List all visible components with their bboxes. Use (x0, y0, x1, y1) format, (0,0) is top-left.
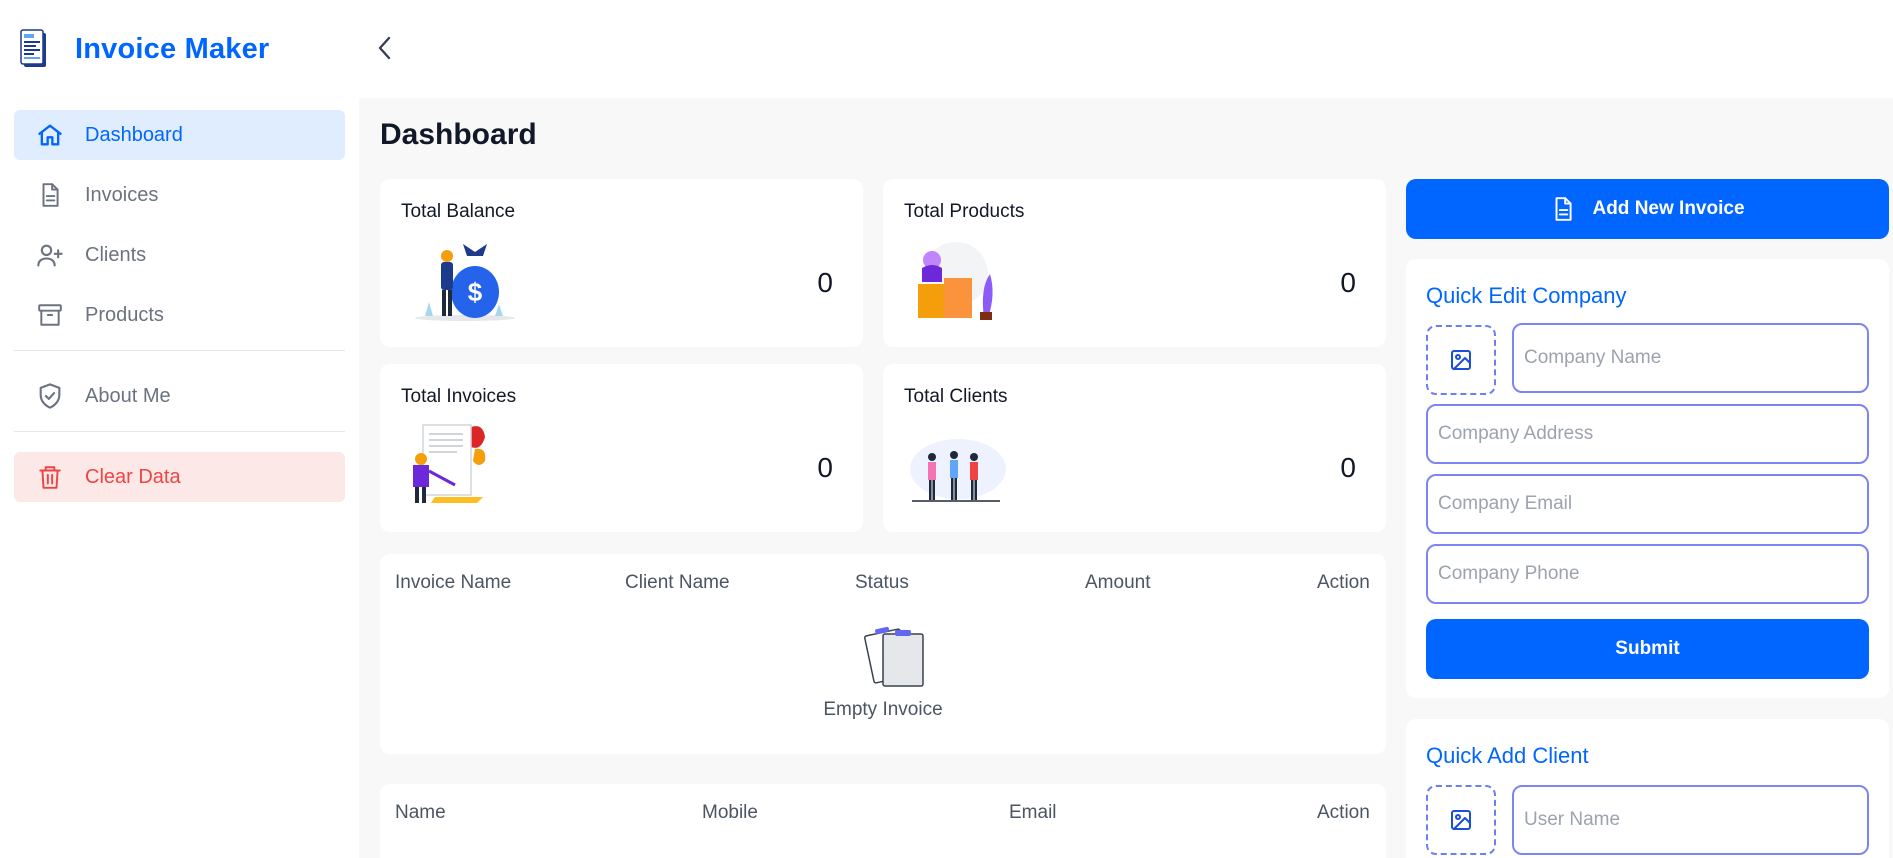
company-name-field[interactable] (1512, 323, 1869, 393)
sidebar-collapse-button[interactable] (370, 30, 400, 66)
column-header-mobile: Mobile (702, 802, 758, 823)
stat-value: 0 (817, 452, 833, 483)
column-header-action: Action (1317, 802, 1370, 823)
column-header-email: Email (1009, 802, 1057, 823)
stat-title: Total Invoices (401, 386, 517, 407)
sidebar-item-label: Invoices (85, 183, 159, 206)
invoice-table: Invoice Name Client Name Status Amount A… (380, 554, 1386, 754)
sidebar-item-label: Dashboard (85, 123, 183, 146)
company-logo-upload[interactable] (1426, 325, 1496, 395)
column-header-action: Action (1317, 572, 1370, 593)
invoice-logo-icon (20, 29, 46, 67)
column-header-client-name: Client Name (625, 572, 730, 593)
boxes-illustration (918, 242, 993, 320)
stat-title: Total Balance (401, 201, 516, 222)
sidebar-item-label: About Me (85, 384, 171, 407)
sidebar-item-invoices[interactable]: Invoices (14, 170, 345, 220)
company-address-field[interactable] (1426, 404, 1869, 464)
client-name-field[interactable] (1512, 785, 1869, 855)
svg-text:$: $ (468, 277, 483, 307)
empty-clipboard-icon (864, 626, 924, 687)
user-plus-icon (36, 241, 64, 269)
add-new-invoice-label: Add New Invoice (1592, 198, 1745, 219)
quick-edit-company-title: Quick Edit Company (1426, 283, 1627, 308)
page-title: Dashboard (380, 118, 537, 151)
invoice-table-header: Invoice Name Client Name Status Amount A… (395, 572, 1375, 602)
stat-value: 0 (817, 267, 833, 298)
stat-card-total-invoices: Total Invoices 0 (380, 364, 863, 532)
sidebar-item-label: Clients (85, 243, 147, 266)
sidebar-divider (14, 431, 345, 432)
brand[interactable]: Invoice Maker (20, 28, 269, 70)
quick-add-client-panel: Quick Add Client (1406, 719, 1889, 858)
column-header-amount: Amount (1085, 572, 1151, 593)
sidebar-item-label: Products (85, 303, 164, 326)
archive-box-icon (36, 301, 64, 329)
brand-title: Invoice Maker (75, 32, 270, 65)
empty-invoice-text: Empty Invoice (823, 699, 943, 720)
sidebar: Invoice Maker Dashboard Invoices Clients (0, 0, 358, 858)
sidebar-divider (14, 350, 345, 351)
trash-icon (36, 463, 64, 491)
client-table: Name Mobile Email Action (380, 784, 1386, 858)
document-icon (1556, 197, 1573, 221)
sidebar-item-clear-data[interactable]: Clear Data (14, 452, 345, 502)
app-root: Invoice Maker Dashboard Invoices Clients (0, 0, 1893, 858)
image-icon (1451, 350, 1471, 370)
chevron-left-icon (378, 36, 391, 60)
stat-card-total-clients: Total Clients 0 (883, 364, 1386, 532)
document-icon (36, 181, 64, 209)
stat-card-total-balance: Total Balance $ 0 (380, 179, 863, 347)
column-header-name: Name (395, 802, 446, 823)
money-bag-illustration: $ (415, 244, 515, 321)
column-header-status: Status (855, 572, 909, 593)
stat-value: 0 (1340, 267, 1356, 298)
sidebar-item-clients[interactable]: Clients (14, 230, 345, 280)
quick-edit-company-panel: Quick Edit Company Submit (1406, 259, 1889, 698)
client-image-upload[interactable] (1426, 785, 1496, 855)
sidebar-item-about-me[interactable]: About Me (14, 371, 345, 421)
home-icon (36, 121, 64, 149)
client-table-header: Name Mobile Email Action (395, 802, 1375, 832)
sidebar-nav: Dashboard Invoices Clients Products Abou… (14, 110, 345, 512)
submit-button[interactable]: Submit (1426, 619, 1869, 679)
company-email-field[interactable] (1426, 474, 1869, 534)
people-meeting-illustration (910, 439, 1006, 502)
company-phone-field[interactable] (1426, 544, 1869, 604)
stat-card-total-products: Total Products 0 (883, 179, 1386, 347)
image-icon (1451, 810, 1471, 830)
shield-check-icon (36, 382, 64, 410)
stat-title: Total Clients (904, 386, 1008, 407)
sidebar-item-products[interactable]: Products (14, 290, 345, 340)
column-header-invoice-name: Invoice Name (395, 572, 512, 593)
sidebar-item-label: Clear Data (85, 465, 181, 488)
add-new-invoice-button[interactable]: Add New Invoice (1406, 179, 1889, 239)
stat-title: Total Products (904, 201, 1025, 222)
document-signing-illustration (413, 424, 486, 503)
stat-value: 0 (1340, 452, 1356, 483)
sidebar-item-dashboard[interactable]: Dashboard (14, 110, 345, 160)
quick-add-client-title: Quick Add Client (1426, 743, 1589, 768)
